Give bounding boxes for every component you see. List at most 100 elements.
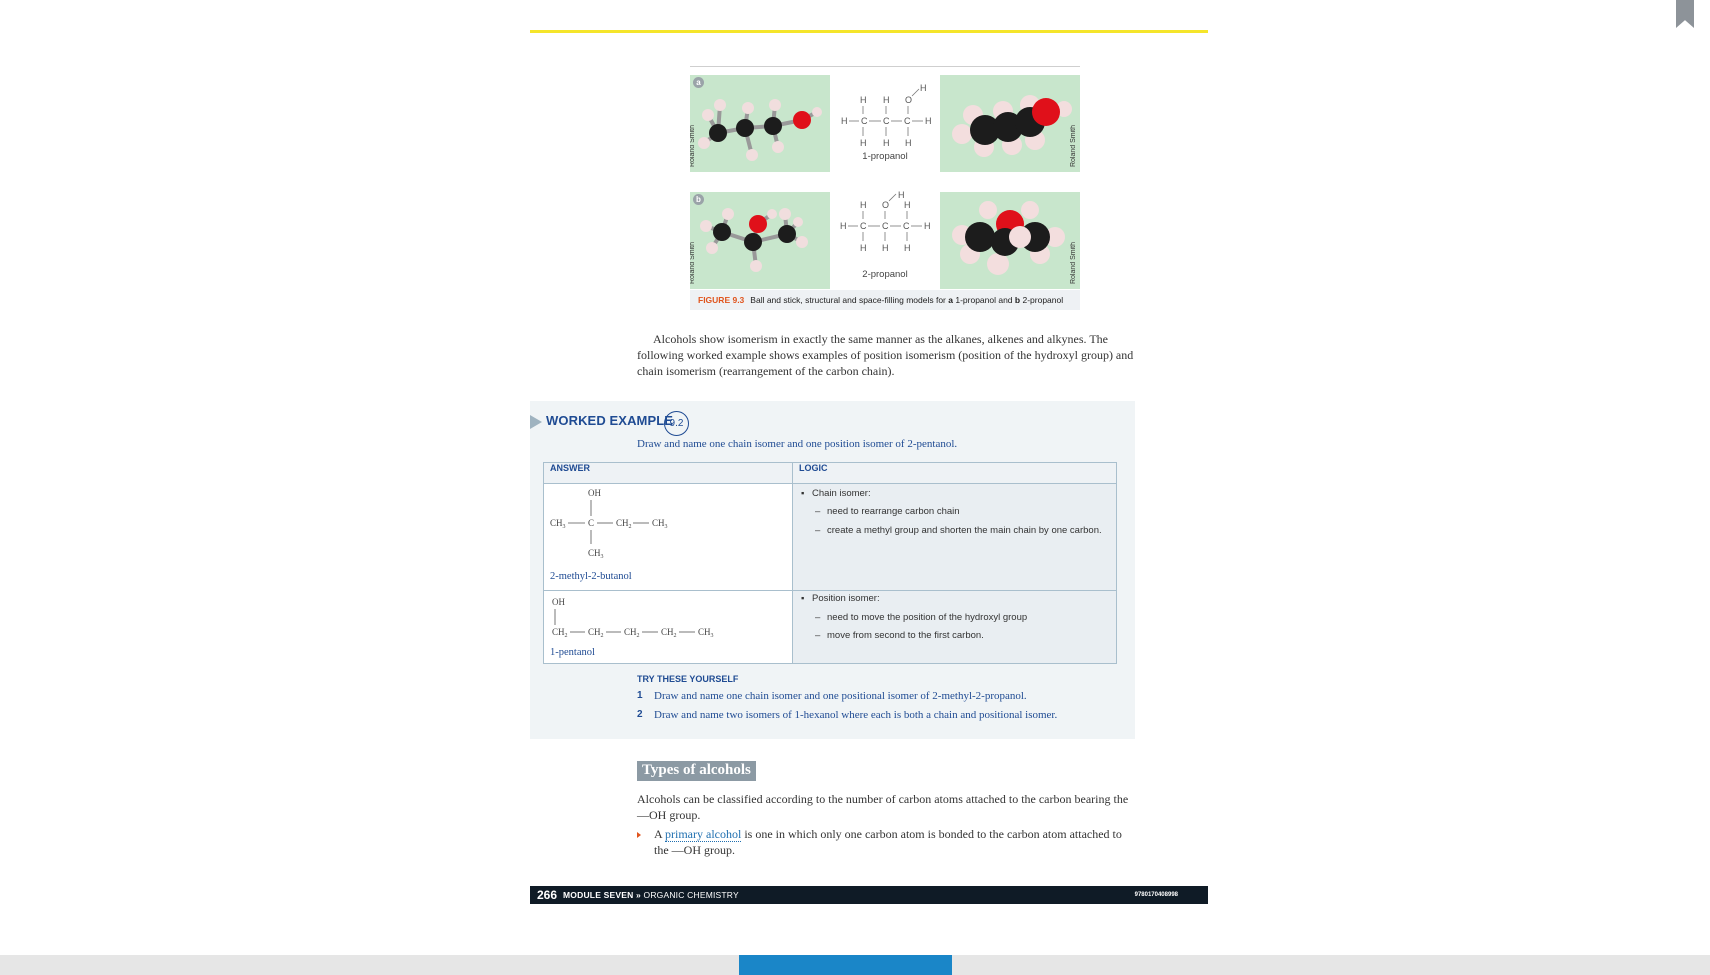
molecule-name-2-propanol: 2-propanol — [862, 269, 908, 280]
svg-text:H: H — [860, 95, 867, 105]
worked-example-table: ANSWER LOGIC OH CH3 C CH2 CH3 CH3 2-meth… — [543, 462, 1117, 664]
exercise-text: Draw and name one chain isomer and one p… — [654, 690, 1027, 702]
logic-cell: ▪ Chain isomer: – need to rearrange carbon… — [792, 483, 1117, 591]
photo-credit: Roland Smith — [690, 242, 696, 285]
logic-heading: Chain isomer: — [812, 488, 871, 499]
part-label-a: a — [693, 77, 704, 88]
item-number: 2 — [637, 709, 643, 720]
photo-credit: Roland Smith — [1070, 125, 1077, 168]
svg-text:H: H — [860, 200, 867, 210]
isbn: 9780170408998 — [1134, 892, 1178, 898]
list-item: ▪ Chain isomer: — [801, 488, 871, 499]
section-heading: Types of alcohols — [637, 761, 756, 781]
molecule-name-1-propanol: 1-propanol — [862, 151, 908, 162]
logic-header: LOGIC — [792, 462, 1117, 484]
play-triangle-icon — [530, 415, 542, 429]
chapter-label: ORGANIC CHEMISTRY — [643, 890, 739, 900]
svg-text:H: H — [883, 95, 890, 105]
worked-example-number: 9.2 — [664, 411, 689, 436]
glossary-link-primary-alcohol[interactable]: primary alcohol — [665, 827, 742, 842]
bookmark-icon[interactable] — [1676, 0, 1694, 28]
table-row: OH CH3 C CH2 CH3 CH3 2-methyl-2-butanol … — [543, 483, 1117, 591]
caption-text: 2-propanol — [1020, 295, 1064, 305]
svg-text:C: C — [588, 518, 594, 528]
module-label: MODULE SEVEN — [563, 890, 634, 900]
svg-text:CH3: CH3 — [652, 518, 668, 530]
list-item: 2 Draw and name two isomers of 1-hexanol… — [637, 709, 1117, 725]
list-item: – create a methyl group and shorten the m… — [815, 525, 1102, 536]
list-item: – need to move the position of the hydrox… — [815, 612, 1028, 623]
logic-point: create a methyl group and shorten the ma… — [827, 525, 1102, 536]
page-number: 266 — [537, 888, 558, 902]
svg-text:OH: OH — [588, 488, 601, 498]
isomer-name: 1-pentanol — [550, 647, 595, 658]
svg-text:CH3: CH3 — [550, 518, 566, 530]
logic-point: need to move the position of the hydroxy… — [827, 612, 1028, 623]
breadcrumb-separator: » — [633, 890, 644, 900]
exercise-text: Draw and name two isomers of 1-hexanol w… — [654, 709, 1058, 721]
try-these-title: TRY THESE YOURSELF — [637, 674, 739, 684]
caption-text: Ball and stick, structural and space-fil… — [750, 295, 949, 305]
list-item: 1 Draw and name one chain isomer and one… — [637, 690, 1117, 706]
part-label-b: b — [693, 194, 704, 205]
isomer-name: 2-methyl-2-butanol — [550, 571, 632, 582]
svg-text:CH2: CH2 — [661, 627, 677, 639]
list-item: ▪ Position isomer: — [801, 593, 880, 604]
logic-point: need to rearrange carbon chain — [827, 506, 960, 517]
page-footer: 266 MODULE SEVEN » ORGANIC CHEMISTRY 978… — [530, 886, 1208, 904]
svg-text:CH3: CH3 — [698, 627, 714, 639]
ball-stick-model-1-propanol: a Roland Smith — [690, 75, 830, 172]
svg-text:H: H — [883, 138, 890, 148]
svg-text:CH2: CH2 — [552, 627, 568, 639]
intro-paragraph: Alcohols show isomerism in exactly the s… — [637, 332, 1134, 378]
logic-heading: Position isomer: — [812, 593, 880, 604]
space-filling-model-2-propanol: Roland Smith — [940, 192, 1080, 289]
svg-text:C: C — [860, 221, 867, 231]
svg-text:H: H — [898, 190, 905, 200]
structure-1-pentanol: OH CH2 CH2 CH2 CH2 CH3 — [552, 597, 714, 639]
list-item: – need to rearrange carbon chain — [815, 506, 960, 517]
svg-text:H: H — [920, 83, 927, 93]
space-filling-model-1-propanol: Roland Smith — [940, 75, 1080, 172]
svg-text:H: H — [860, 138, 867, 148]
worked-example-title: WORKED EXAMPLE — [546, 413, 674, 428]
top-accent-rule — [530, 30, 1208, 33]
svg-text:CH2: CH2 — [624, 627, 640, 639]
horizontal-scrollbar-thumb[interactable] — [739, 955, 952, 975]
caption-text: 1-propanol and — [952, 295, 1015, 305]
structural-formula-2-propanol: H HOH HCCCH HHH 2-propanol — [832, 189, 938, 282]
bullet-triangle-icon — [637, 832, 641, 838]
ball-stick-model-2-propanol: b Roland Smith — [690, 192, 830, 289]
photo-credit: Roland Smith — [690, 125, 696, 168]
photo-credit: Roland Smith — [1070, 242, 1077, 285]
svg-text:H: H — [905, 138, 912, 148]
svg-text:H: H — [904, 243, 911, 253]
figure-top-rule — [690, 66, 1080, 67]
svg-text:C: C — [882, 221, 889, 231]
answer-header: ANSWER — [543, 462, 793, 484]
svg-text:C: C — [904, 116, 911, 126]
svg-text:C: C — [861, 116, 868, 126]
svg-text:H: H — [904, 200, 911, 210]
definition-text: A — [654, 827, 666, 841]
figure-caption: FIGURE 9.3 Ball and stick, structural an… — [690, 290, 1080, 310]
svg-text:H: H — [925, 116, 932, 126]
svg-text:H: H — [840, 221, 847, 231]
item-number: 1 — [637, 690, 643, 701]
svg-text:C: C — [883, 116, 890, 126]
table-row: OH CH2 CH2 CH2 CH2 CH3 1-pentanol ▪ Posit… — [543, 590, 1117, 664]
answer-cell: OH CH3 C CH2 CH3 CH3 2-methyl-2-butanol — [543, 483, 793, 591]
figure-number: FIGURE 9.3 — [698, 295, 745, 305]
svg-text:H: H — [882, 243, 889, 253]
svg-text:CH2: CH2 — [616, 518, 632, 530]
answer-cell: OH CH2 CH2 CH2 CH2 CH3 1-pentanol — [543, 590, 793, 664]
list-item: – move from second to the first carbon. — [815, 630, 984, 641]
structure-2-methyl-2-butanol: OH CH3 C CH2 CH3 CH3 — [550, 488, 668, 560]
svg-text:CH3: CH3 — [588, 548, 604, 560]
svg-text:H: H — [860, 243, 867, 253]
svg-text:O: O — [905, 95, 912, 105]
svg-text:O: O — [882, 200, 889, 210]
svg-text:C: C — [903, 221, 910, 231]
svg-text:OH: OH — [552, 597, 565, 607]
primary-alcohol-definition: A primary alcohol is one in which only o… — [654, 826, 1134, 858]
